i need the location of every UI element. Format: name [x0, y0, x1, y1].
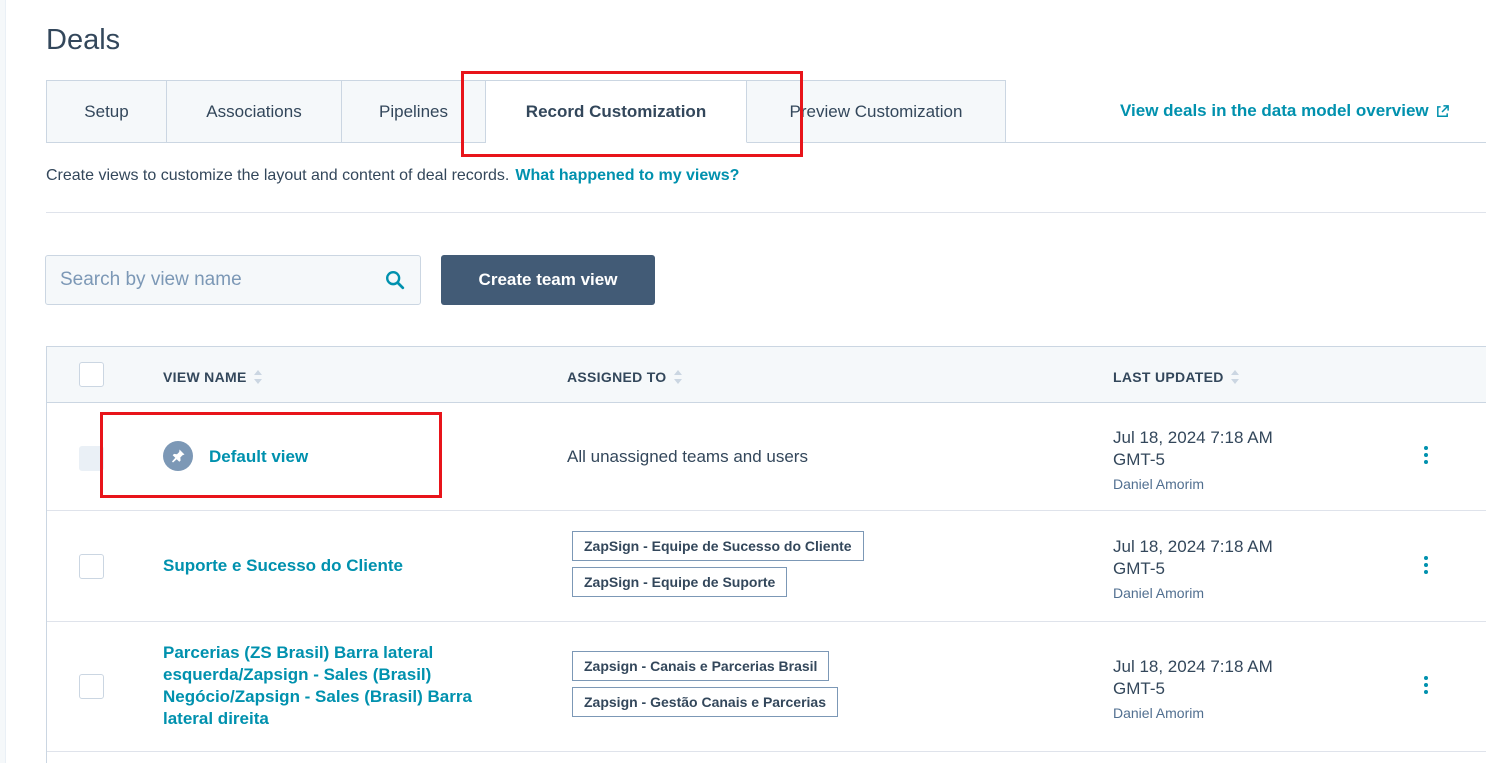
row-checkbox-disabled — [79, 446, 104, 471]
description: Create views to customize the layout and… — [46, 167, 739, 185]
search-box — [45, 255, 421, 305]
team-tag: Zapsign - Canais e Parcerias Brasil — [572, 651, 830, 681]
sort-icon — [673, 370, 682, 384]
last-updated: Jul 18, 2024 7:18 AM GMT-5 Daniel Amorim — [1113, 427, 1273, 495]
updated-by: Daniel Amorim — [1113, 705, 1205, 721]
search-input[interactable] — [60, 269, 384, 291]
pin-icon — [163, 441, 193, 471]
column-assigned-to[interactable]: ASSIGNED TO — [567, 368, 683, 386]
view-name-link[interactable]: Suporte e Sucesso do Cliente — [163, 555, 403, 577]
tab-preview-customization[interactable]: Preview Customization — [747, 80, 1006, 143]
updated-timezone: GMT-5 — [1113, 559, 1165, 578]
search-icon[interactable] — [384, 269, 406, 291]
settings-tabs: Setup Associations Pipelines Record Cust… — [46, 80, 1006, 143]
updated-timezone: GMT-5 — [1113, 450, 1165, 469]
table-row: Suporte e Sucesso do Cliente ZapSign - E… — [47, 511, 1486, 622]
table-header: VIEW NAME ASSIGNED TO LAST UPDATED — [47, 347, 1486, 403]
tab-record-customization[interactable]: Record Customization — [486, 80, 747, 143]
sort-icon — [1230, 370, 1239, 384]
column-assigned-to-label: ASSIGNED TO — [567, 369, 667, 385]
row-checkbox[interactable] — [79, 674, 104, 699]
create-team-view-button[interactable]: Create team view — [441, 255, 655, 305]
view-data-model-link[interactable]: View deals in the data model overview — [1120, 101, 1450, 121]
tab-rule — [1006, 142, 1486, 143]
table-row: Parcerias (ZS Brasil) Barra lateral esqu… — [47, 622, 1486, 752]
team-tag: ZapSign - Equipe de Suporte — [572, 567, 788, 597]
row-actions-icon[interactable] — [1417, 444, 1435, 466]
row-actions-icon[interactable] — [1417, 674, 1435, 696]
view-data-model-link-label: View deals in the data model overview — [1120, 101, 1429, 120]
views-table: VIEW NAME ASSIGNED TO LAST UPDATED Defau… — [46, 346, 1486, 763]
external-link-icon — [1436, 104, 1449, 117]
tab-associations[interactable]: Associations — [167, 80, 342, 143]
view-name-line: Negócio/Zapsign - Sales (Brasil) Barra — [163, 687, 472, 706]
last-updated: Jul 18, 2024 7:18 AM GMT-5 Daniel Amorim — [1113, 656, 1273, 724]
column-view-name[interactable]: VIEW NAME — [163, 368, 263, 386]
tab-setup[interactable]: Setup — [46, 80, 167, 143]
team-tag: Zapsign - Gestão Canais e Parcerias — [572, 687, 838, 717]
team-tag: ZapSign - Equipe de Sucesso do Cliente — [572, 531, 864, 561]
what-happened-link[interactable]: What happened to my views? — [515, 167, 739, 184]
description-text: Create views to customize the layout and… — [46, 167, 510, 184]
row-actions-icon[interactable] — [1417, 554, 1435, 576]
updated-by: Daniel Amorim — [1113, 585, 1205, 601]
last-updated: Jul 18, 2024 7:18 AM GMT-5 Daniel Amorim — [1113, 536, 1273, 604]
updated-date: Jul 18, 2024 7:18 AM — [1113, 657, 1273, 676]
updated-timezone: GMT-5 — [1113, 679, 1165, 698]
sort-icon — [253, 370, 262, 384]
tab-pipelines[interactable]: Pipelines — [342, 80, 486, 143]
view-name-link[interactable]: Parcerias (ZS Brasil) Barra lateral esqu… — [163, 642, 472, 730]
view-name-line: Parcerias (ZS Brasil) Barra lateral — [163, 643, 434, 662]
section-divider — [46, 212, 1486, 213]
select-all-checkbox[interactable] — [79, 362, 104, 387]
left-edge-panel — [0, 0, 6, 763]
view-name-link[interactable]: Default view — [209, 446, 308, 468]
column-view-name-label: VIEW NAME — [163, 369, 247, 385]
row-checkbox[interactable] — [79, 554, 104, 579]
table-row — [47, 752, 1486, 763]
column-last-updated-label: LAST UPDATED — [1113, 369, 1224, 385]
view-name-line: esquerda/Zapsign - Sales (Brasil) — [163, 665, 432, 684]
updated-date: Jul 18, 2024 7:18 AM — [1113, 428, 1273, 447]
updated-date: Jul 18, 2024 7:18 AM — [1113, 537, 1273, 556]
column-last-updated[interactable]: LAST UPDATED — [1113, 368, 1240, 386]
table-row: Default view All unassigned teams and us… — [47, 403, 1486, 511]
assigned-text: All unassigned teams and users — [567, 447, 808, 466]
page-title: Deals — [46, 24, 121, 56]
view-name-line: lateral direita — [163, 709, 269, 728]
updated-by: Daniel Amorim — [1113, 476, 1205, 492]
